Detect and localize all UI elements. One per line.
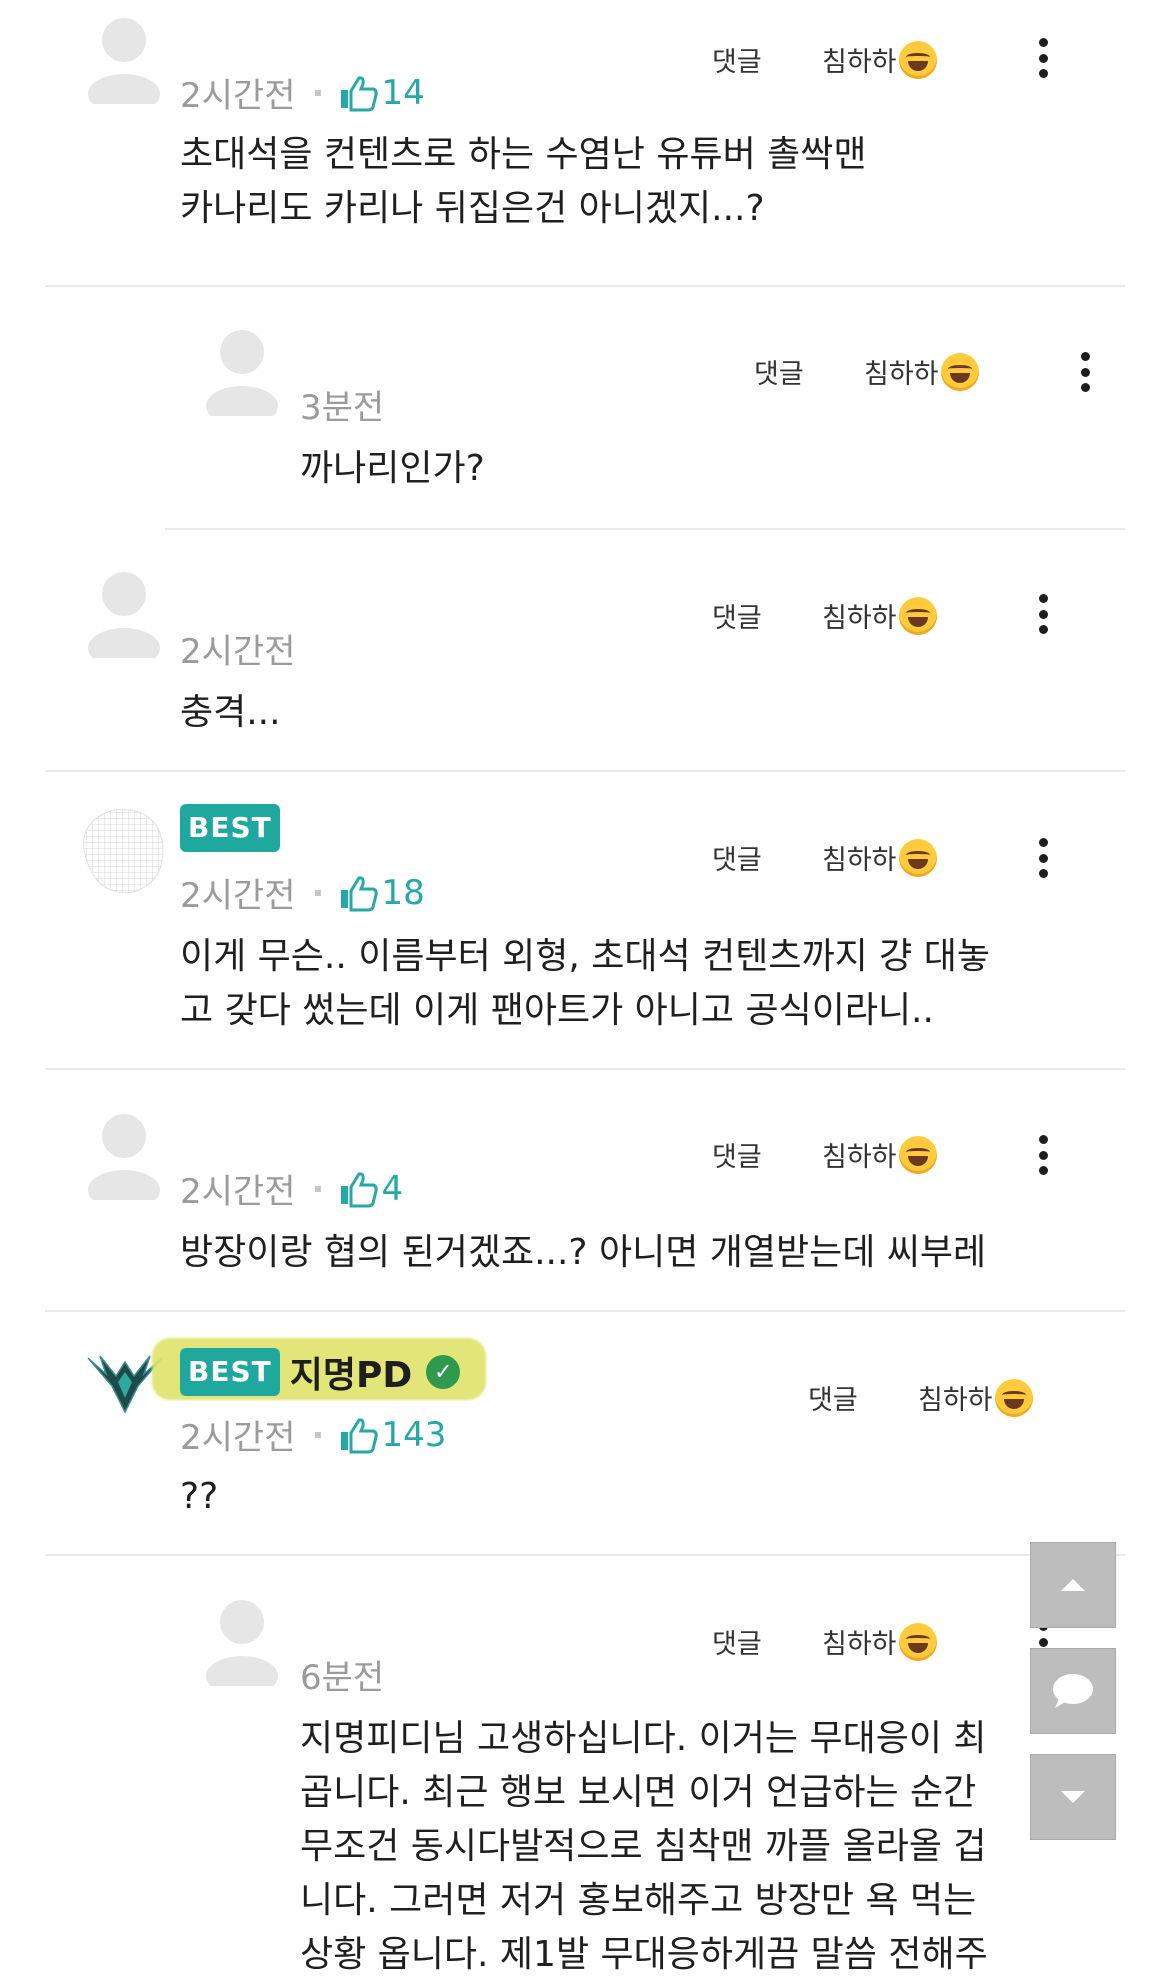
divider [45, 1554, 1125, 1556]
chat-icon [1053, 1674, 1093, 1708]
more-options-icon[interactable] [1080, 352, 1090, 392]
comment-time: 3분전 [300, 388, 385, 428]
comment-text: 충격... [180, 692, 281, 733]
more-options-icon[interactable] [1038, 594, 1048, 634]
comment-text: 까나리인가? [300, 448, 485, 489]
laughing-emoji-icon [994, 1378, 1033, 1417]
laugh-button[interactable]: 침하하 [822, 838, 937, 877]
laughing-emoji-icon [898, 1622, 937, 1661]
arrow-up-icon [1061, 1579, 1085, 1591]
laugh-button[interactable]: 침하하 [864, 352, 979, 391]
meta-separator [315, 89, 322, 96]
thumbs-up-icon [341, 1171, 379, 1207]
like-button[interactable]: 4 [339, 1169, 403, 1209]
comment-meta: 6분전 [300, 1650, 384, 1699]
comment-button[interactable] [1030, 1648, 1116, 1734]
laugh-label: 침하하 [822, 1629, 897, 1660]
like-button[interactable]: 143 [339, 1415, 446, 1455]
best-badge: BEST [180, 804, 280, 852]
default-avatar-icon [88, 1114, 160, 1200]
laugh-label: 침하하 [918, 1385, 993, 1416]
comment-text: ?? [180, 1476, 219, 1517]
divider [45, 770, 1125, 772]
default-avatar-icon [88, 18, 160, 104]
meta-separator [315, 889, 322, 896]
comment-time: 2시간전 [180, 632, 296, 672]
reply-button[interactable]: 댓글 [712, 40, 822, 79]
laughing-emoji-icon [898, 40, 937, 79]
divider [45, 1068, 1125, 1070]
laughing-emoji-icon [898, 596, 937, 635]
laugh-button[interactable]: 침하하 [822, 1622, 937, 1661]
meta-separator [315, 1185, 322, 1192]
laugh-button[interactable]: 침하하 [822, 596, 937, 635]
reply-button[interactable]: 댓글 [808, 1378, 918, 1417]
default-avatar-icon [88, 572, 160, 658]
laugh-label: 침하하 [822, 603, 897, 634]
comment-meta: 3분전 [300, 380, 384, 429]
scroll-top-button[interactable] [1030, 1542, 1116, 1628]
comment-time: 2시간전 [180, 1418, 296, 1458]
comment-time: 2시간전 [180, 1172, 296, 1212]
laugh-button[interactable]: 침하하 [822, 40, 937, 79]
like-count: 14 [381, 72, 425, 113]
laughing-emoji-icon [898, 838, 937, 877]
comment-text: 초대석을 컨텐츠로 하는 수염난 유튜버 촐싹맨 카나리도 카리나 뒤집은건 아… [180, 134, 867, 229]
like-button[interactable]: 18 [339, 872, 425, 913]
reply-button[interactable]: 댓글 [754, 352, 864, 391]
comment-text: 이게 무슨.. 이름부터 외형, 초대석 컨텐츠까지 걍 대놓 고 갖다 썼는데… [180, 936, 990, 1031]
comment-meta: 2시간전 143 [180, 1410, 446, 1459]
reply-button[interactable]: 댓글 [712, 1622, 822, 1661]
user-avatar-icon [83, 809, 164, 894]
thumbs-up-icon [341, 75, 379, 111]
author-badge-row: BEST 지명PD ✓ [180, 1346, 461, 1398]
laugh-label: 침하하 [822, 845, 897, 876]
reply-button[interactable]: 댓글 [712, 838, 822, 877]
thumbs-up-icon [341, 1417, 379, 1453]
laugh-button[interactable]: 침하하 [822, 1135, 937, 1174]
laughing-emoji-icon [940, 352, 979, 391]
laugh-label: 침하하 [822, 47, 897, 78]
more-options-icon[interactable] [1038, 838, 1048, 878]
comment-text: 방장이랑 협의 된거겠죠...? 아니면 개열받는데 씨부레 [180, 1232, 987, 1273]
like-count: 4 [381, 1168, 404, 1209]
reply-button[interactable]: 댓글 [712, 1135, 822, 1174]
best-badge: BEST [180, 1348, 280, 1396]
arrow-down-icon [1061, 1791, 1085, 1803]
reply-button[interactable]: 댓글 [712, 596, 822, 635]
comment-text: 지명피디님 고생하십니다. 이거는 무대응이 최 곱니다. 최근 행보 보시면 … [300, 1718, 988, 1975]
laugh-label: 침하하 [822, 1142, 897, 1173]
laugh-button[interactable]: 침하하 [918, 1378, 1033, 1417]
divider [45, 285, 1125, 287]
comment-time: 6분전 [300, 1658, 385, 1698]
meta-separator [315, 1431, 322, 1438]
more-options-icon[interactable] [1038, 1135, 1048, 1175]
author-nickname[interactable]: 지명PD [290, 1346, 413, 1398]
default-avatar-icon [206, 1600, 278, 1686]
comment-meta: 2시간전 14 [180, 68, 425, 117]
verified-check-icon: ✓ [426, 1355, 461, 1389]
like-count: 18 [381, 872, 425, 913]
scroll-bottom-button[interactable] [1030, 1754, 1116, 1840]
like-button[interactable]: 14 [339, 72, 425, 113]
more-options-icon[interactable] [1038, 38, 1048, 78]
laugh-label: 침하하 [864, 359, 939, 390]
like-count: 143 [381, 1414, 447, 1455]
thumbs-up-icon [341, 875, 379, 911]
divider [45, 1310, 1125, 1312]
laughing-emoji-icon [898, 1135, 937, 1174]
comment-meta: 2시간전 4 [180, 1164, 403, 1213]
divider [165, 528, 1125, 530]
comment-meta: 2시간전 [180, 624, 295, 673]
comment-time: 2시간전 [180, 876, 296, 916]
default-avatar-icon [206, 330, 278, 416]
comment-time: 2시간전 [180, 76, 296, 116]
comment-meta: 2시간전 18 [180, 868, 425, 917]
